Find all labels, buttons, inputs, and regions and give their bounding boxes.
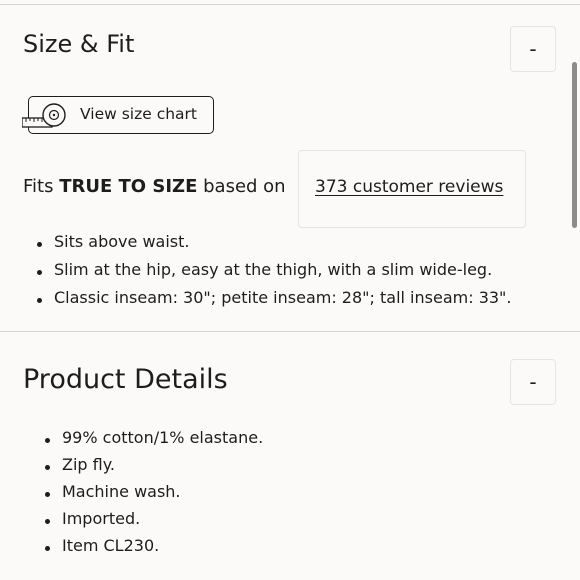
customer-reviews-link[interactable]: 373 customer reviews (315, 177, 503, 197)
top-divider (0, 4, 580, 5)
list-item: Item CL230. (44, 534, 263, 561)
section-title-size-fit: Size & Fit (23, 30, 135, 58)
fit-summary-prefix: Fits (23, 176, 60, 197)
measuring-tape-icon (22, 103, 66, 128)
list-item: Classic inseam: 30"; petite inseam: 28";… (36, 286, 512, 314)
minus-icon: - (529, 37, 537, 61)
section-divider (0, 331, 580, 332)
view-size-chart-button[interactable]: View size chart (22, 96, 214, 134)
list-item: Sits above waist. (36, 230, 512, 258)
list-item: Machine wash. (44, 480, 263, 507)
list-item: Slim at the hip, easy at the thigh, with… (36, 258, 512, 286)
view-size-chart-label: View size chart (80, 105, 197, 123)
fit-summary: Fits TRUE TO SIZE based on (23, 176, 286, 197)
list-item: 99% cotton/1% elastane. (44, 426, 263, 453)
product-details-list: 99% cotton/1% elastane. Zip fly. Machine… (44, 426, 263, 561)
minus-icon: - (529, 370, 537, 394)
fit-rating: TRUE TO SIZE (59, 176, 198, 197)
collapse-product-details-button[interactable]: - (510, 359, 556, 405)
list-item: Imported. (44, 507, 263, 534)
customer-reviews-link-box[interactable]: 373 customer reviews (298, 150, 526, 228)
fit-notes-list: Sits above waist. Slim at the hip, easy … (36, 230, 512, 314)
section-title-product-details: Product Details (23, 364, 228, 395)
collapse-size-fit-button[interactable]: - (510, 26, 556, 72)
fit-summary-suffix: based on (197, 176, 286, 197)
list-item: Zip fly. (44, 453, 263, 480)
scrollbar-thumb[interactable] (572, 62, 577, 228)
